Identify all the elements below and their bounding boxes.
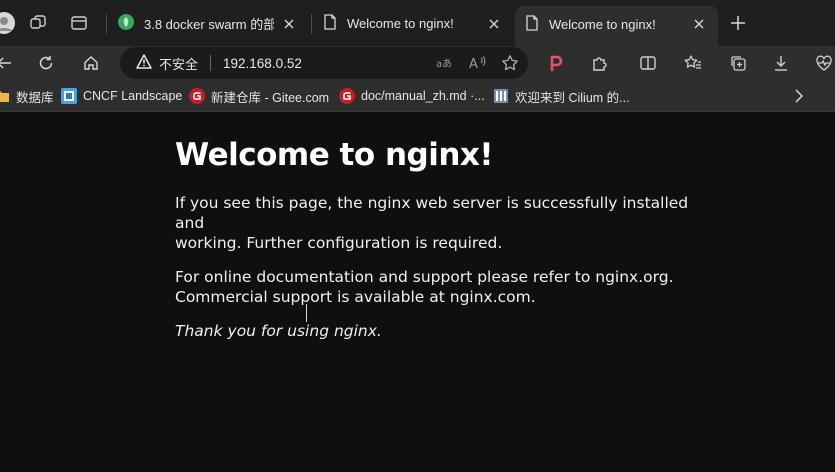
bookmark-cilium[interactable]: 欢迎来到 Cilium 的...: [493, 87, 630, 105]
split-screen-icon[interactable]: [634, 49, 662, 77]
close-tab-icon[interactable]: [485, 15, 503, 33]
address-bar[interactable]: 不安全 192.168.0.52 aあ A: [120, 47, 528, 79]
support-paragraph-line1: For online documentation and support ple…: [175, 268, 674, 286]
refresh-icon[interactable]: [32, 49, 60, 77]
read-aloud-icon[interactable]: A: [464, 49, 492, 77]
profile-avatar-icon[interactable]: [0, 11, 16, 35]
new-tab-icon[interactable]: [726, 11, 750, 35]
support-paragraph-line2: Commercial support is available at nginx…: [175, 288, 536, 306]
folder-icon: [0, 88, 10, 104]
tab-actions-icon[interactable]: [67, 11, 91, 35]
bookmark-label: doc/manual_zh.md ·...: [361, 89, 485, 103]
install-paragraph-line1: If you see this page, the nginx web serv…: [175, 194, 689, 232]
bookmark-gitee-new-repo[interactable]: 新建仓库 - Gitee.com: [189, 87, 329, 105]
tab-title: Welcome to nginx!: [549, 16, 656, 32]
tab-docker-swarm[interactable]: 3.8 docker swarm 的部署: [108, 6, 308, 41]
svg-text:A: A: [469, 57, 478, 71]
extension-p-icon[interactable]: [542, 49, 570, 77]
tab-nginx-1[interactable]: Welcome to nginx!: [313, 6, 513, 41]
thanks-paragraph: Thank you for using nginx.: [175, 322, 382, 340]
health-heart-icon[interactable]: [810, 49, 835, 77]
url-text[interactable]: 192.168.0.52: [223, 56, 432, 71]
chevron-right-icon[interactable]: [789, 87, 809, 105]
security-label: 不安全: [159, 56, 199, 72]
tab-nginx-active[interactable]: Welcome to nginx!: [515, 6, 718, 46]
nginx-welcome-content: Welcome to nginx! If you see this page, …: [175, 137, 695, 355]
workspaces-icon[interactable]: [26, 11, 50, 35]
tab-title: Welcome to nginx!: [347, 16, 454, 31]
bookmark-label: CNCF Landscape: [83, 89, 183, 103]
bookmark-database[interactable]: 数据库: [0, 87, 54, 105]
book-icon: [493, 88, 509, 104]
close-tab-icon[interactable]: [280, 15, 298, 33]
tab-separator: [106, 14, 107, 34]
gitee-icon: [189, 88, 205, 104]
extensions-puzzle-icon[interactable]: [586, 49, 614, 77]
install-paragraph: If you see this page, the nginx web serv…: [175, 193, 695, 253]
bookmark-label: 数据库: [16, 90, 54, 105]
text-cursor: [306, 304, 307, 322]
bookmark-label: 欢迎来到 Cilium 的...: [515, 90, 630, 105]
svg-text:aあ: aあ: [436, 58, 452, 70]
bookmark-manual-zh[interactable]: doc/manual_zh.md ·...: [339, 87, 485, 105]
page-viewport: Welcome to nginx! If you see this page, …: [0, 113, 835, 472]
translate-icon[interactable]: aあ: [432, 49, 460, 77]
omnibox-separator: [210, 55, 212, 71]
bookmark-cncf[interactable]: CNCF Landscape: [61, 87, 182, 105]
bookmark-label: 新建仓库 - Gitee.com: [211, 90, 330, 105]
collections-icon[interactable]: [724, 49, 752, 77]
downloads-icon[interactable]: [767, 49, 795, 77]
gitee-icon: [339, 88, 355, 104]
tab-strip: 3.8 docker swarm 的部署 Welcome to nginx! W…: [0, 0, 835, 46]
navigation-toolbar: 不安全 192.168.0.52 aあ A: [0, 46, 835, 80]
cncf-icon: [61, 88, 77, 104]
install-paragraph-line2: working. Further configuration is requir…: [175, 234, 503, 252]
leaf-favicon-icon: [118, 14, 134, 33]
favorites-icon[interactable]: [679, 49, 707, 77]
warning-triangle-icon: [136, 54, 152, 72]
security-indicator[interactable]: 不安全: [136, 54, 198, 73]
tab-separator: [311, 14, 312, 34]
tab-title: 3.8 docker swarm 的部署: [144, 17, 274, 32]
favorite-star-icon[interactable]: [496, 49, 524, 77]
close-tab-icon[interactable]: [690, 15, 708, 33]
bookmarks-bar: 数据库 CNCF Landscape 新建仓库 - Gitee.com doc/…: [0, 80, 835, 112]
page-icon: [525, 14, 539, 34]
page-title: Welcome to nginx!: [175, 137, 494, 173]
back-icon[interactable]: [0, 49, 18, 77]
support-paragraph: For online documentation and support ple…: [175, 267, 695, 307]
page-icon: [323, 14, 337, 33]
home-icon[interactable]: [77, 49, 105, 77]
